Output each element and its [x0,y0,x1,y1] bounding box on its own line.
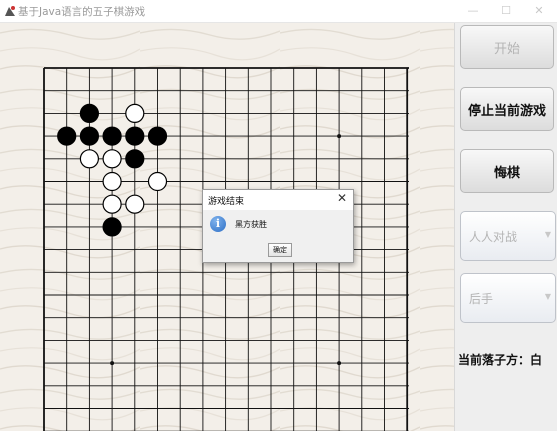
close-button[interactable]: ✕ [524,2,554,20]
star-point [110,361,115,366]
game-mode-value: 人人对战 [469,230,518,244]
white-stone [125,194,145,214]
stop-game-button[interactable]: 停止当前游戏 [460,87,554,131]
game-mode-select[interactable]: 人人对战 ▼ [460,211,556,261]
black-stone [125,149,145,169]
dialog-message: 黑方获胜 [235,220,267,229]
minimize-button[interactable]: — [458,2,488,20]
dialog-title: 游戏结束 [208,197,245,207]
black-stone [147,126,168,146]
game-over-dialog: 游戏结束 ✕ i 黑方获胜 确定 [202,189,354,263]
maximize-button[interactable]: ☐ [491,2,521,20]
star-point [337,134,342,139]
dialog-body: i 黑方获胜 确定 [203,210,353,262]
black-stone [57,126,77,146]
turn-order-select[interactable]: 后手 ▼ [460,273,556,323]
white-stone [102,171,122,192]
start-button[interactable]: 开始 [460,25,554,69]
black-stone [102,126,122,146]
black-stone [125,126,145,146]
black-stone [79,103,100,124]
black-stone [102,217,122,237]
white-stone [79,149,100,169]
window-title: 基于Java语言的五子棋游戏 [18,6,146,18]
black-stone [79,126,100,146]
chevron-down-icon: ▼ [544,292,551,301]
close-icon[interactable]: ✕ [337,191,347,205]
title-bar: 基于Java语言的五子棋游戏 — ☐ ✕ [0,0,557,23]
undo-button[interactable]: 悔棋 [460,149,554,193]
white-stone [102,194,122,214]
current-player-status: 当前落子方：白 [458,353,543,367]
info-icon: i [210,216,226,232]
app-icon [3,4,17,18]
white-stone [147,171,168,192]
chevron-down-icon: ▼ [544,230,551,239]
turn-order-value: 后手 [469,292,494,306]
ok-button[interactable]: 确定 [268,243,292,257]
star-point [337,361,342,366]
white-stone [125,103,145,124]
control-panel: 开始 停止当前游戏 悔棋 人人对战 ▼ 后手 ▼ 当前落子方：白 [454,23,557,431]
white-stone [102,149,122,169]
